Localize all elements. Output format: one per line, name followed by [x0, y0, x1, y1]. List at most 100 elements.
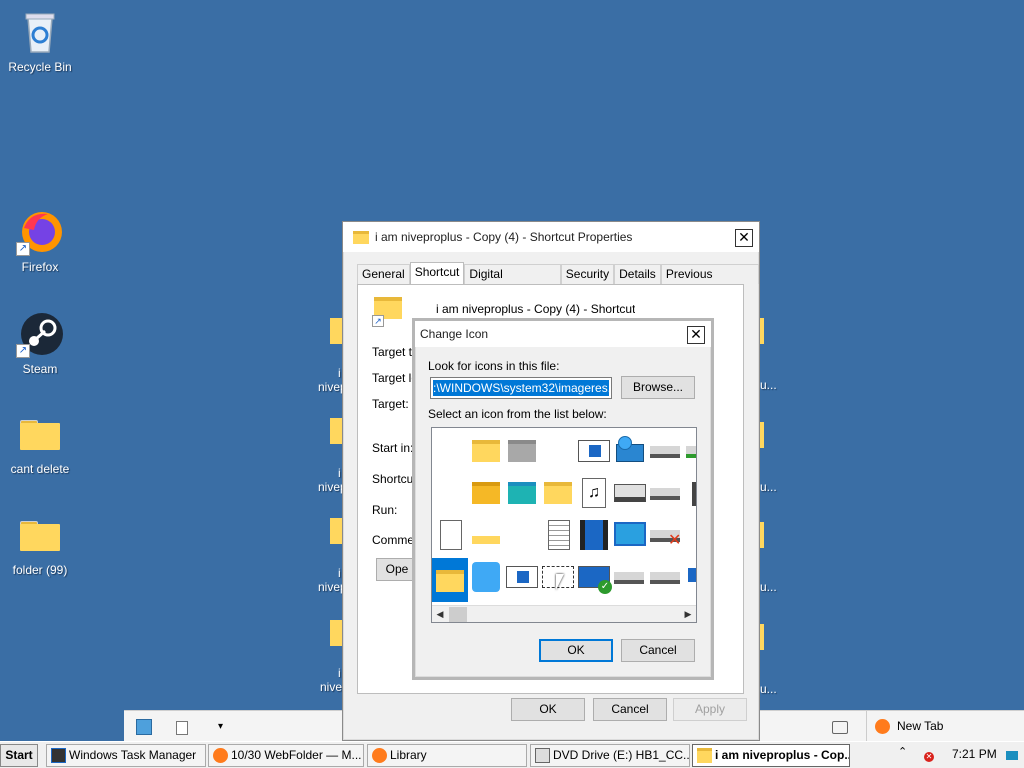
scroll-right-icon[interactable]: ▶	[680, 607, 696, 622]
taskbar-item-task-manager[interactable]: Windows Task Manager	[46, 744, 206, 767]
tab-details[interactable]: Details	[614, 264, 661, 284]
icon-cell[interactable]	[612, 558, 648, 596]
desktop-icon-folder-99[interactable]: folder (99)	[0, 511, 80, 577]
firefox-icon	[213, 748, 228, 763]
icon-list[interactable]: ♫ ✕ ✓ ◀ ▶	[431, 427, 697, 623]
desktop-icon-label: Steam	[22, 362, 58, 376]
window-icon	[506, 566, 538, 588]
browse-button[interactable]: Browse...	[621, 376, 695, 399]
label-comment: Commer	[372, 533, 414, 547]
gray-folder-icon	[508, 440, 536, 462]
system-tray: ⌃ ✕ 7:21 PM	[896, 744, 1024, 767]
network-error-icon[interactable]: ✕	[924, 752, 934, 762]
icon-cell[interactable]	[432, 516, 468, 554]
taskbar-item-properties[interactable]: i am niveproplus - Cop...	[692, 744, 850, 767]
close-button[interactable]: ✕	[687, 326, 705, 344]
close-button[interactable]: ✕	[735, 229, 753, 247]
desktop-icon-recycle-bin[interactable]: Recycle Bin	[0, 8, 80, 74]
tab-general[interactable]: General	[357, 264, 410, 284]
start-button[interactable]: Start	[0, 744, 38, 767]
taskbar-item-dvd-drive[interactable]: DVD Drive (E:) HB1_CC...	[530, 744, 690, 767]
picture-icon	[578, 440, 610, 462]
desktop-icon-firefox[interactable]: ↗ Firefox	[0, 208, 80, 274]
folder-icon	[436, 570, 464, 592]
horizontal-scrollbar[interactable]: ◀ ▶	[432, 605, 696, 622]
icon-cell[interactable]	[540, 474, 576, 512]
icon-cell[interactable]	[684, 432, 696, 470]
label-target: Target:	[372, 397, 409, 411]
shortcut-folder-icon: ↗	[372, 295, 404, 327]
icon-cell[interactable]	[612, 432, 648, 470]
open-folder-icon	[472, 536, 500, 544]
icon-cell[interactable]	[612, 474, 648, 512]
chevron-down-icon[interactable]: ▾	[218, 721, 223, 732]
ok-button[interactable]: OK	[539, 639, 613, 662]
change-icon-titlebar[interactable]: Change Icon	[415, 321, 711, 347]
icon-cell[interactable]	[612, 516, 648, 554]
taskbar-item-webfolder[interactable]: 10/30 WebFolder — M...	[208, 744, 364, 767]
properties-titlebar[interactable]: i am niveproplus - Copy (4) - Shortcut P…	[343, 222, 759, 252]
apply-button[interactable]: Apply	[673, 698, 747, 721]
partial-label: i	[338, 466, 341, 480]
icon-cell[interactable]	[468, 558, 504, 596]
clock[interactable]: 7:21 PM	[952, 747, 997, 761]
label-target-location: Target lo	[372, 371, 414, 385]
icon-cell[interactable]	[504, 432, 540, 470]
partial-label: i	[338, 666, 341, 680]
icon-cell[interactable]: ✕	[648, 516, 684, 554]
error-x-icon: ✕	[668, 532, 682, 549]
tab-previous-versions[interactable]: Previous Versions	[660, 264, 759, 300]
icon-cell[interactable]	[504, 558, 540, 596]
ok-button[interactable]: OK	[511, 698, 585, 721]
chevron-up-icon[interactable]: ⌃	[898, 745, 907, 758]
scroll-left-icon[interactable]: ◀	[432, 607, 448, 622]
music-file-icon: ♫	[582, 478, 606, 508]
icon-cell[interactable]	[468, 474, 504, 512]
drive-icon	[686, 446, 696, 458]
icon-cell[interactable]	[576, 432, 612, 470]
steam-icon: ↗	[16, 310, 64, 358]
icon-cell[interactable]	[576, 516, 612, 554]
icon-cell[interactable]	[468, 516, 504, 554]
file-label: Look for icons in this file:	[428, 359, 560, 373]
icon-cell[interactable]	[648, 558, 684, 596]
shortcut-arrow-icon: ↗	[16, 242, 30, 256]
shortcut-name: i am niveproplus - Copy (4) - Shortcut	[436, 302, 636, 316]
scroll-thumb[interactable]	[449, 607, 467, 622]
checkbox-icon[interactable]	[176, 721, 188, 735]
desktop-icon-label: Recycle Bin	[8, 60, 72, 74]
new-tab-item[interactable]: New Tab	[866, 711, 1024, 742]
dialog-title: Change Icon	[420, 327, 489, 341]
icon-cell[interactable]	[648, 474, 684, 512]
icon-cell-selected[interactable]	[432, 558, 468, 602]
mouse-cursor-icon	[556, 574, 570, 590]
icon-cell[interactable]	[468, 432, 504, 470]
recycle-bin-icon	[16, 8, 64, 56]
icon-cell[interactable]	[540, 516, 576, 554]
cancel-button[interactable]: Cancel	[593, 698, 667, 721]
tab-shortcut[interactable]: Shortcut	[409, 262, 465, 285]
icon-cell[interactable]	[684, 474, 696, 512]
show-desktop-icon[interactable]	[1006, 751, 1018, 760]
tab-list-icon[interactable]	[832, 721, 848, 734]
cancel-button[interactable]: Cancel	[621, 639, 695, 662]
app-icon[interactable]	[136, 719, 152, 735]
icon-cell[interactable]	[504, 474, 540, 512]
file-path-input[interactable]: :\WINDOWS\system32\imageres.dll	[430, 377, 612, 399]
icon-cell[interactable]: ✓	[576, 558, 612, 596]
partial-label: nive	[320, 680, 343, 694]
icon-cell[interactable]	[684, 558, 696, 596]
folder-icon	[472, 440, 500, 462]
taskbar-item-library[interactable]: Library	[367, 744, 527, 767]
desktop-icon-steam[interactable]: ↗ Steam	[0, 310, 80, 376]
folder-icon	[353, 230, 369, 244]
tab-strip: General Shortcut Digital Signatures Secu…	[357, 262, 759, 300]
desktop-icon-label: Firefox	[21, 260, 59, 274]
tab-digital-signatures[interactable]: Digital Signatures	[464, 264, 561, 300]
icon-cell[interactable]	[648, 432, 684, 470]
icon-cell[interactable]: ♫	[576, 474, 612, 512]
folder-icon	[16, 511, 64, 559]
new-tab-label: New Tab	[897, 719, 944, 733]
tab-security[interactable]: Security	[560, 264, 615, 284]
desktop-icon-cant-delete[interactable]: cant delete	[0, 410, 80, 476]
